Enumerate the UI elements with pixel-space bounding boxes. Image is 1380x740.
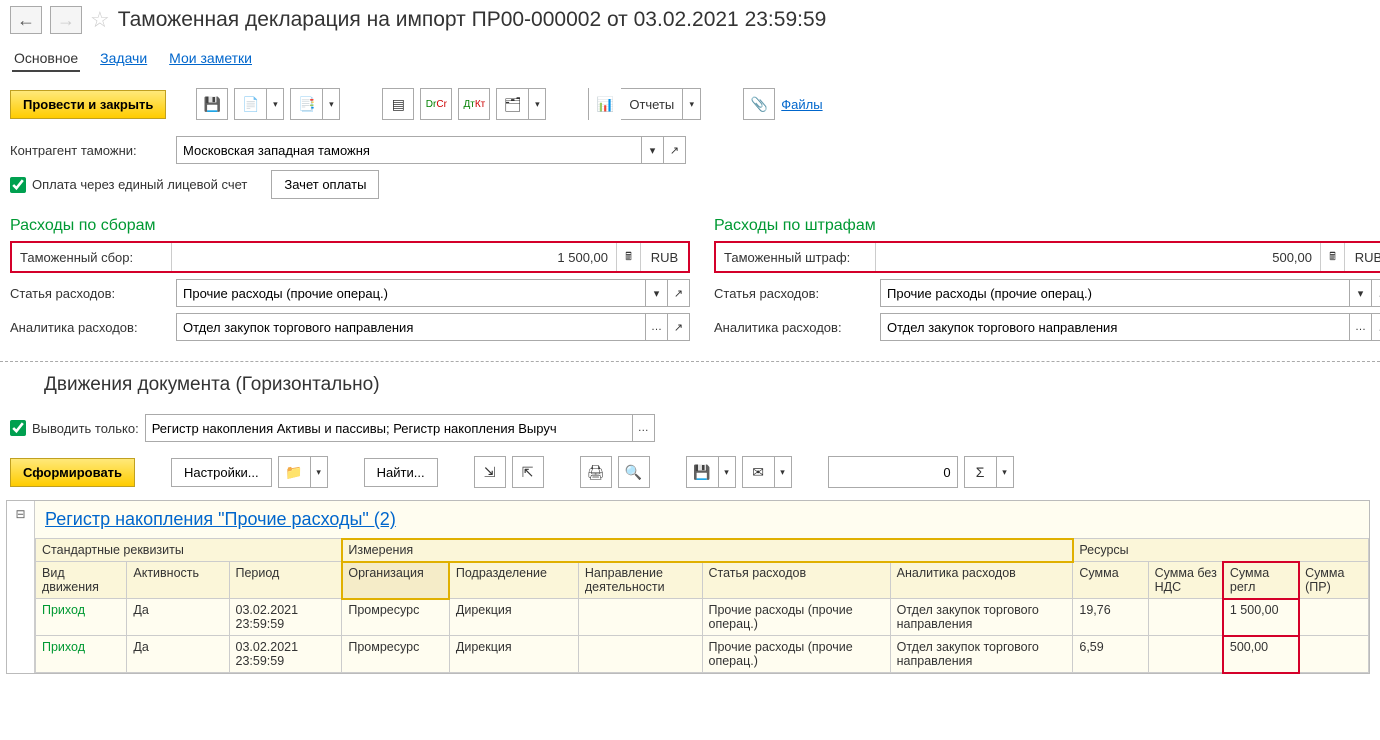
variant-dropdown[interactable]: 📁▾ xyxy=(278,456,328,488)
open-icon[interactable]: ↗ xyxy=(667,314,689,340)
settings-button[interactable]: Настройки... xyxy=(171,458,272,487)
files-link[interactable]: Файлы xyxy=(781,97,822,112)
main-toolbar: Провести и закрыть 💾 📄▾ 📑▾ ▤ DrCr ДтКт 🗂… xyxy=(0,82,1380,126)
nav-forward-button[interactable]: → xyxy=(50,6,82,34)
reports-dropdown[interactable]: 📊 Отчеты ▾ xyxy=(588,88,701,120)
preview-icon[interactable]: 🔍 xyxy=(618,456,650,488)
th-group-dims: Измерения xyxy=(342,539,1073,562)
attach-icon[interactable]: 📎 xyxy=(743,88,775,120)
single-account-label: Оплата через единый лицевой счет xyxy=(32,177,247,192)
fines-analytics-label: Аналитика расходов: xyxy=(714,320,874,335)
offset-payment-button[interactable]: Зачет оплаты xyxy=(271,170,379,199)
sum-input[interactable] xyxy=(828,456,958,488)
fines-expense-item-label: Статья расходов: xyxy=(714,286,874,301)
table-row[interactable]: ПриходДа03.02.2021 23:59:59ПромресурсДир… xyxy=(36,599,1369,636)
th-analytics[interactable]: Аналитика расходов xyxy=(890,562,1073,599)
counterparty-dropdown-icon[interactable]: ▾ xyxy=(641,137,663,163)
collapse-icon[interactable]: ⇱ xyxy=(512,456,544,488)
customs-fee-value[interactable]: 1 500,00 xyxy=(172,250,616,265)
save-icon[interactable]: 💾 xyxy=(196,88,228,120)
calculator-icon[interactable]: 🖩 xyxy=(616,243,640,271)
output-only-input[interactable] xyxy=(146,415,632,441)
fees-expense-item-label: Статья расходов: xyxy=(10,286,170,301)
fines-expense-item-input[interactable] xyxy=(881,280,1349,306)
th-sum-no-vat[interactable]: Сумма без НДС xyxy=(1148,562,1223,599)
sigma-dropdown[interactable]: Σ▾ xyxy=(964,456,1014,488)
register-title-link[interactable]: Регистр накопления "Прочие расходы" (2) xyxy=(35,501,406,538)
ellipsis-icon[interactable]: … xyxy=(645,314,667,340)
calculator-icon[interactable]: 🖩 xyxy=(1320,243,1344,271)
customs-fine-field: Таможенный штраф: 500,00 🖩 RUB xyxy=(714,241,1380,273)
tab-main[interactable]: Основное xyxy=(12,46,80,72)
fees-analytics-label: Аналитика расходов: xyxy=(10,320,170,335)
tab-notes[interactable]: Мои заметки xyxy=(167,46,254,72)
fees-expense-item-input[interactable] xyxy=(177,280,645,306)
ellipsis-icon[interactable]: … xyxy=(632,415,654,441)
th-expense-item[interactable]: Статья расходов xyxy=(702,562,890,599)
tab-tasks[interactable]: Задачи xyxy=(98,46,149,72)
tree-collapse-icon[interactable]: ⊟ xyxy=(7,501,35,673)
movements-title: Движения документа (Горизонтально) xyxy=(0,370,1380,404)
expand-icon[interactable]: ⇲ xyxy=(474,456,506,488)
output-only-checkbox[interactable] xyxy=(10,420,26,436)
page-title: Таможенная декларация на импорт ПР00-000… xyxy=(118,8,827,32)
find-button[interactable]: Найти... xyxy=(364,458,438,487)
dropdown-icon[interactable]: ▾ xyxy=(645,280,667,306)
counterparty-open-icon[interactable]: ↗ xyxy=(663,137,685,163)
dropdown-icon[interactable]: ▾ xyxy=(1349,280,1371,306)
th-group-res: Ресурсы xyxy=(1073,539,1369,562)
table-row[interactable]: ПриходДа03.02.2021 23:59:59ПромресурсДир… xyxy=(36,636,1369,673)
ellipsis-icon[interactable]: … xyxy=(1349,314,1371,340)
nav-back-button[interactable]: ← xyxy=(10,6,42,34)
customs-fee-field: Таможенный сбор: 1 500,00 🖩 RUB xyxy=(10,241,690,273)
th-org[interactable]: Организация xyxy=(342,562,450,599)
counterparty-input[interactable] xyxy=(177,137,641,163)
th-sum-pr[interactable]: Сумма (ПР) xyxy=(1299,562,1369,599)
dtkt-icon[interactable]: ДтКт xyxy=(458,88,490,120)
th-activity[interactable]: Активность xyxy=(127,562,229,599)
single-account-checkbox[interactable] xyxy=(10,177,26,193)
send-dropdown[interactable]: ✉▾ xyxy=(742,456,792,488)
tab-bar: Основное Задачи Мои заметки xyxy=(0,40,1380,82)
drcr-icon[interactable]: DrCr xyxy=(420,88,452,120)
register-table: Стандартные реквизиты Измерения Ресурсы … xyxy=(35,538,1369,673)
fees-title: Расходы по сборам xyxy=(10,217,690,235)
counterparty-label: Контрагент таможни: xyxy=(10,143,170,158)
th-sum[interactable]: Сумма xyxy=(1073,562,1148,599)
open-icon[interactable]: ↗ xyxy=(667,280,689,306)
th-move-type[interactable]: Вид движения xyxy=(36,562,127,599)
th-dept[interactable]: Подразделение xyxy=(449,562,578,599)
th-direction[interactable]: Направление деятельности xyxy=(578,562,702,599)
save-as-dropdown[interactable]: 💾▾ xyxy=(686,456,736,488)
th-sum-regl[interactable]: Сумма регл xyxy=(1223,562,1298,599)
structure-dropdown[interactable]: 🗂▾ xyxy=(496,88,546,120)
list-icon[interactable]: ▤ xyxy=(382,88,414,120)
open-icon[interactable]: ↗ xyxy=(1371,280,1380,306)
post-dropdown[interactable]: 📄▾ xyxy=(234,88,284,120)
movements-toolbar: Сформировать Настройки... 📁▾ Найти... ⇲ … xyxy=(0,452,1380,492)
customs-fine-value[interactable]: 500,00 xyxy=(876,250,1320,265)
generate-button[interactable]: Сформировать xyxy=(10,458,135,487)
submit-close-button[interactable]: Провести и закрыть xyxy=(10,90,166,119)
create-based-dropdown[interactable]: 📑▾ xyxy=(290,88,340,120)
fees-analytics-input[interactable] xyxy=(177,314,645,340)
print-icon[interactable]: 🖨 xyxy=(580,456,612,488)
th-period[interactable]: Период xyxy=(229,562,342,599)
favorite-star-icon[interactable]: ☆ xyxy=(90,7,110,33)
open-icon[interactable]: ↗ xyxy=(1371,314,1380,340)
fines-analytics-input[interactable] xyxy=(881,314,1349,340)
th-group-standard: Стандартные реквизиты xyxy=(36,539,342,562)
fines-title: Расходы по штрафам xyxy=(714,217,1380,235)
output-only-label: Выводить только: xyxy=(32,421,139,436)
